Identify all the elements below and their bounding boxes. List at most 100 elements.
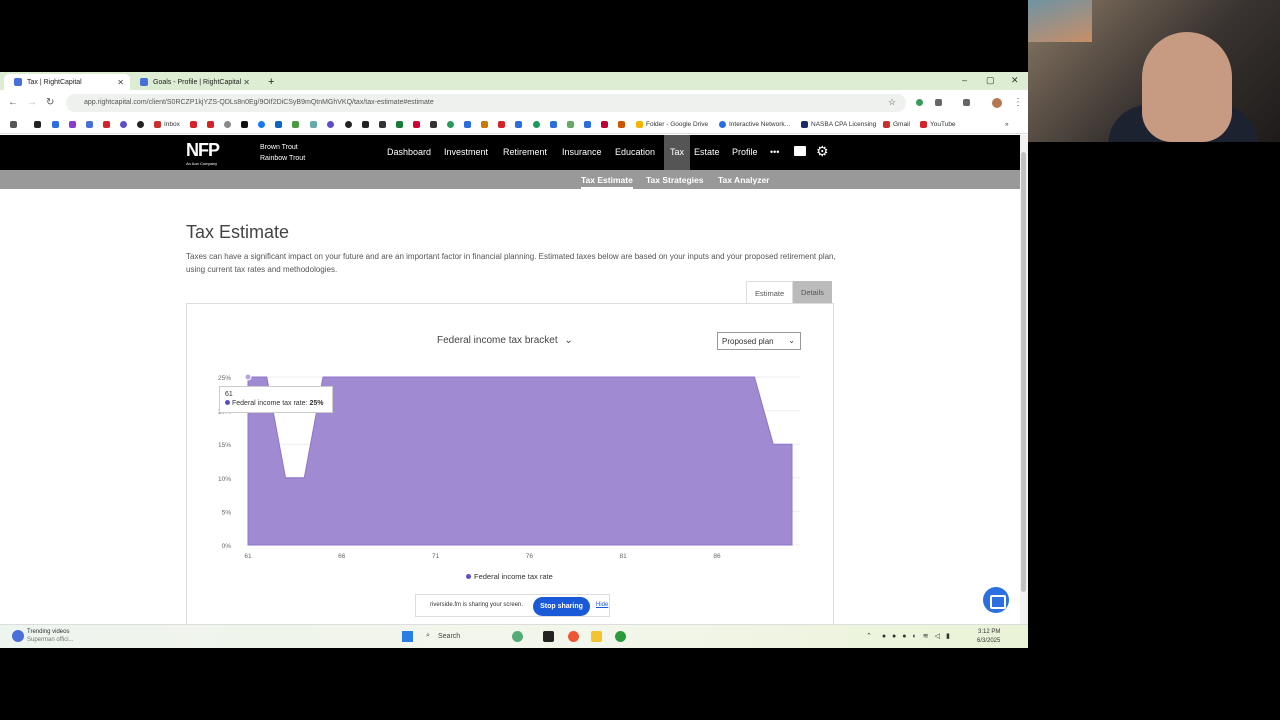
bookmark-icon[interactable] (567, 121, 574, 128)
minimize-icon[interactable]: – (962, 75, 967, 85)
bookmark-icon[interactable] (584, 121, 591, 128)
tab-bar: Tax | RightCapital ✕ Goals - Profile | R… (0, 72, 1028, 90)
close-window-icon[interactable]: ✕ (1011, 75, 1019, 86)
back-icon[interactable]: ← (8, 97, 18, 108)
bookmark-icon[interactable] (69, 121, 76, 128)
nav-dashboard[interactable]: Dashboard (387, 147, 431, 157)
tab-tax[interactable]: Tax | RightCapital ✕ (4, 74, 130, 90)
gear-icon[interactable]: ⚙ (816, 143, 829, 160)
puzzle-icon[interactable] (935, 99, 942, 106)
bookmark-icon[interactable] (464, 121, 471, 128)
clock[interactable]: 3:12 PM 6/3/2025 (977, 628, 1000, 646)
file-explorer-icon[interactable] (591, 631, 602, 642)
windows-start-icon[interactable] (402, 631, 413, 642)
taskbar-search[interactable]: ⌕ Search (424, 629, 508, 645)
bookmark-icon[interactable] (447, 121, 454, 128)
y-tick-label: 10% (218, 476, 231, 483)
bookmark-icon[interactable] (34, 121, 41, 128)
nfp-logo[interactable]: NFP An Aon Company (186, 140, 220, 166)
more-icon[interactable]: ••• (770, 147, 779, 157)
bookmark-icon[interactable] (481, 121, 488, 128)
extension-icon[interactable] (916, 99, 923, 106)
x-tick-label: 61 (244, 553, 252, 560)
bookmark-icon[interactable] (292, 121, 299, 128)
close-icon[interactable]: ✕ (243, 78, 250, 87)
taskview-icon[interactable] (543, 631, 554, 642)
subnav-tax-estimate[interactable]: Tax Estimate (581, 175, 633, 189)
chart-type-dropdown[interactable]: Federal income tax bracket ⌄ (437, 335, 573, 346)
bookmark-icon[interactable] (379, 121, 386, 128)
copilot-icon[interactable] (568, 631, 579, 642)
bookmark-gmail[interactable]: Gmail (883, 121, 910, 128)
tab-goals[interactable]: Goals - Profile | RightCapital ✕ (130, 74, 256, 90)
bookmark-icon[interactable] (498, 121, 505, 128)
nav-estate[interactable]: Estate (694, 147, 720, 157)
nav-tax[interactable]: Tax (664, 135, 691, 170)
news-widget[interactable]: Trending videos Superman offici... (12, 628, 74, 644)
plan-select[interactable]: Proposed plan ⌄ (717, 332, 801, 350)
nav-education[interactable]: Education (615, 147, 655, 157)
nav-insurance[interactable]: Insurance (562, 147, 602, 157)
bookmark-icon[interactable] (241, 121, 248, 128)
bookmark-icon[interactable] (345, 121, 352, 128)
bookmark-icon[interactable] (137, 121, 144, 128)
bookmark-icon[interactable] (86, 121, 93, 128)
client-names[interactable]: Brown Trout Rainbow Trout (260, 142, 305, 164)
bookmark-icon[interactable] (224, 121, 231, 128)
bookmark-icon[interactable] (430, 121, 437, 128)
sidepanel-icon[interactable] (963, 99, 970, 106)
bookmark-icon[interactable] (396, 121, 403, 128)
bookmark-icon[interactable] (103, 121, 110, 128)
bookmark-icon[interactable] (618, 121, 625, 128)
bookmark-icon[interactable] (413, 121, 420, 128)
bookmark-google-drive[interactable]: Folder - Google Drive (636, 121, 708, 128)
bookmark-icon[interactable] (533, 121, 540, 128)
subnav-tax-strategies[interactable]: Tax Strategies (646, 175, 703, 185)
youtube-icon (920, 121, 927, 128)
bookmark-youtube[interactable]: YouTube (920, 121, 956, 128)
forward-icon[interactable]: → (27, 97, 37, 108)
bookmark-icon[interactable] (52, 121, 59, 128)
chat-help-icon[interactable] (983, 587, 1009, 613)
nav-investment[interactable]: Investment (444, 147, 488, 157)
close-icon[interactable]: ✕ (117, 78, 124, 87)
url-field[interactable]: app.rightcapital.com/client/S0RCZP1kjYZS… (66, 94, 906, 112)
linkedin-icon[interactable] (275, 121, 282, 128)
chrome-icon[interactable] (615, 631, 626, 642)
bookmarks-overflow-icon[interactable]: » (1005, 121, 1009, 128)
maximize-icon[interactable]: ▢ (986, 75, 995, 86)
avatar[interactable] (992, 98, 1002, 108)
nav-profile[interactable]: Profile (732, 147, 758, 157)
tab-estimate[interactable]: Estimate (746, 281, 794, 303)
x-icon[interactable] (362, 121, 369, 128)
chart-tooltip: 61 Federal income tax rate: 25% (219, 386, 333, 413)
scrollbar-thumb[interactable] (1021, 152, 1026, 592)
bookmark-icon[interactable] (120, 121, 127, 128)
bookmark-icon[interactable] (327, 121, 334, 128)
bookmark-icon[interactable] (601, 121, 608, 128)
reload-icon[interactable]: ↻ (46, 97, 54, 108)
star-icon[interactable]: ☆ (888, 97, 896, 108)
bookmark-icon[interactable] (310, 121, 317, 128)
youtube-icon[interactable] (190, 121, 197, 128)
bookmark-interactive-network[interactable]: Interactive Network... (719, 121, 790, 128)
bookmark-icon[interactable] (550, 121, 557, 128)
tab-details[interactable]: Details (793, 281, 832, 303)
facebook-icon[interactable] (258, 121, 265, 128)
folder-icon[interactable] (794, 146, 806, 156)
system-tray[interactable]: ⌃ ●●●◐≋◁▮ (866, 632, 956, 640)
x-tick-label: 81 (620, 553, 628, 560)
nav-retirement[interactable]: Retirement (503, 147, 547, 157)
subnav-tax-analyzer[interactable]: Tax Analyzer (718, 175, 770, 185)
bookmark-nasba[interactable]: NASBA CPA Licensing (801, 121, 876, 128)
apps-icon[interactable] (10, 121, 17, 128)
bookmark-icon[interactable] (515, 121, 522, 128)
stop-sharing-button[interactable]: Stop sharing (533, 597, 590, 616)
new-tab-button[interactable]: + (258, 74, 278, 90)
bookmark-inbox[interactable]: Inbox (154, 121, 180, 128)
hide-link[interactable]: Hide (596, 602, 608, 608)
bike-icon[interactable] (512, 631, 523, 642)
youtube-icon[interactable] (207, 121, 214, 128)
chart-legend[interactable]: Federal income tax rate (466, 572, 553, 581)
menu-icon[interactable]: ⋮ (1013, 97, 1023, 108)
